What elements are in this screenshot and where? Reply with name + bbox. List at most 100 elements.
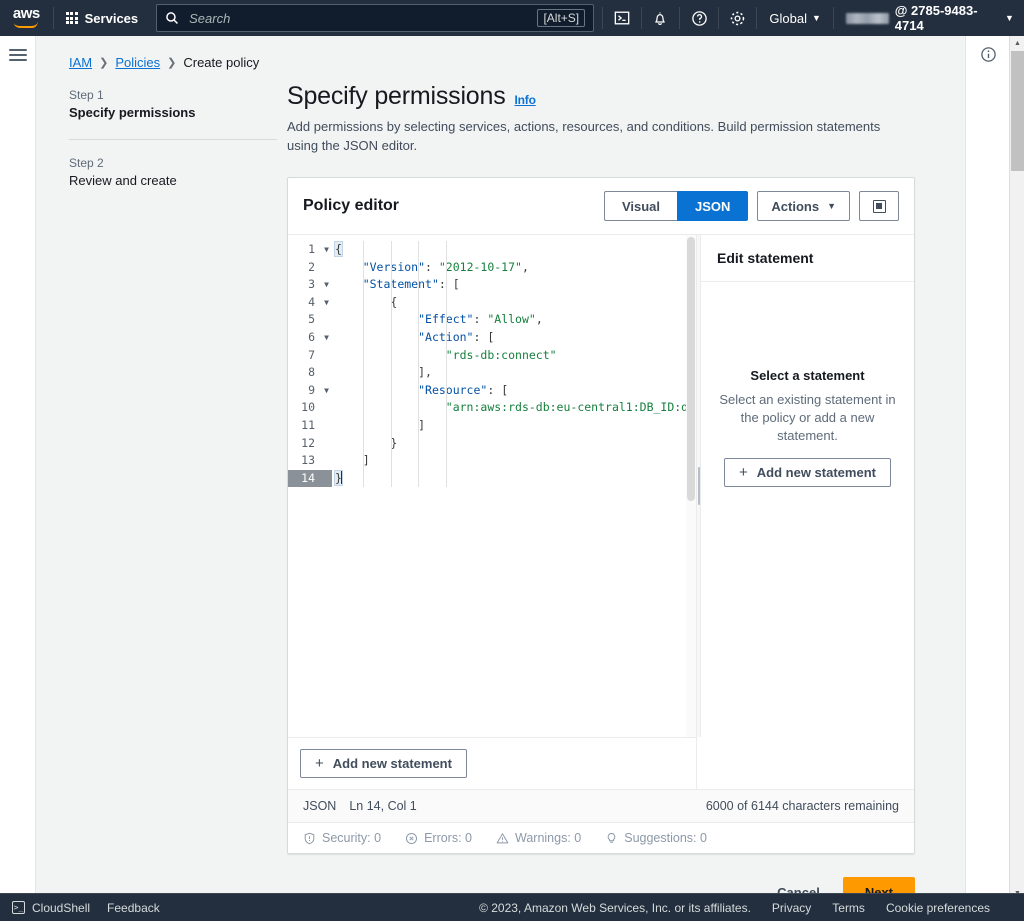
chevron-down-icon: ▼ [811,12,821,23]
code-token: "Version" [362,259,426,274]
cloudshell-launch-button[interactable]: >_ CloudShell [12,901,90,915]
diagnostic-security-label: Security: 0 [322,831,382,845]
hamburger-menu-icon[interactable] [8,49,27,61]
editor-scrollbar[interactable] [686,235,696,737]
right-help-rail [965,36,1009,901]
step-divider [69,139,277,140]
settings-button[interactable] [719,0,757,36]
cloudshell-icon: >_ [12,901,25,914]
json-code-editor[interactable]: 1 ▼ 2 3 ▼ 4 ▼ 5 6 ▼ 7 8 9 ▼ 10 11 12 13 14 { "Version": "2… [288,235,696,737]
code-line: "arn:aws:rds-db:eu-central1:DB_ID:dbuser… [335,399,696,417]
services-menu-button[interactable]: Services [54,0,151,36]
breadcrumb-item-policies[interactable]: Policies [115,55,160,70]
maximize-editor-button[interactable] [859,191,899,221]
question-mark-icon [691,10,707,26]
code-token: "Statement" [362,277,439,292]
code-token: "Allow" [487,312,536,327]
code-fold-toggle-icon[interactable]: ▼ [324,329,329,347]
diagnostic-errors[interactable]: Errors: 0 [405,831,472,845]
actions-dropdown-button[interactable]: Actions ▼ [757,191,850,221]
wizard-step-2[interactable]: Step 2 Review and create [69,156,287,188]
code-line: "Statement": [ [335,276,696,294]
page-info-link[interactable]: Info [515,93,536,107]
diagnostic-suggestions[interactable]: Suggestions: 0 [605,831,707,845]
cloudshell-icon-button[interactable] [603,0,641,36]
diagnostic-warnings[interactable]: Warnings: 0 [496,831,581,845]
code-lines[interactable]: { "Version": "2012-10-17", "Statement": … [332,241,696,488]
policy-editor-header: Policy editor Visual JSON Actions ▼ [288,178,914,235]
line-number: 1 ▼ [288,241,332,259]
grid-icon [65,12,78,24]
page-scrollbar[interactable]: ▲ ▼ [1009,36,1024,901]
editor-panel-resize-handle[interactable] [696,235,701,737]
status-character-count: 6000 of 6144 characters remaining [705,799,899,813]
editor-mode-toggle: Visual JSON [603,191,749,221]
services-label: Services [84,10,139,26]
page-title: Specify permissions Info [287,82,962,111]
global-search-box[interactable]: [Alt+S] [156,4,595,32]
help-button[interactable] [680,0,718,36]
code-fold-toggle-icon[interactable]: ▼ [324,241,329,259]
code-line: "Version": "2012-10-17", [335,259,696,277]
search-shortcut-hint: [Alt+S] [537,9,586,27]
code-line: "rds-db:connect" [335,347,696,365]
tab-visual[interactable]: Visual [603,191,677,221]
notifications-button[interactable] [642,0,680,36]
cloudshell-icon [614,11,630,25]
actions-label: Actions [771,198,820,214]
aws-logo[interactable]: aws [0,0,53,36]
tab-json[interactable]: JSON [677,191,749,221]
search-input[interactable] [187,9,538,27]
code-line: } [335,435,696,453]
line-number: 13 [301,453,315,468]
chevron-down-icon: ▼ [827,200,836,211]
edit-statement-empty-state: Select a statement Select an existing st… [701,282,914,487]
line-number: 10 [301,400,315,415]
scrollbar-thumb[interactable] [1011,51,1024,171]
aws-logo-text: aws [12,5,40,22]
code-line: "Effect": "Allow", [335,311,696,329]
code-fold-toggle-icon[interactable]: ▼ [324,276,329,294]
redacted-username [845,12,889,24]
diagnostic-security[interactable]: Security: 0 [303,831,381,845]
code-token: "Resource" [418,382,488,397]
breadcrumb-item-iam[interactable]: IAM [69,55,92,70]
code-token: : [ [473,329,495,344]
info-panel-button[interactable] [966,46,1010,63]
diagnostic-warnings-label: Warnings: 0 [515,831,582,845]
editor-diagnostics-bar: Security: 0 Errors: 0 Warnings: 0 Sugges… [288,822,914,853]
add-new-statement-button-panel[interactable]: + Add new statement [724,458,891,487]
cookie-preferences-link[interactable]: Cookie preferences [886,901,990,915]
privacy-link[interactable]: Privacy [772,901,811,915]
page-description: Add permissions by selecting services, a… [287,119,881,153]
code-line: } [334,469,696,488]
line-number: 6 ▼ [288,329,332,347]
account-menu-button[interactable]: @ 2785-9483-4714 ▼ [834,0,1024,36]
breadcrumb: IAM ❯ Policies ❯ Create policy [36,36,980,70]
scroll-up-arrow[interactable]: ▲ [1010,36,1024,51]
editor-scrollbar-thumb[interactable] [687,237,695,501]
code-fold-toggle-icon[interactable]: ▼ [324,294,329,312]
code-fold-toggle-icon[interactable]: ▼ [324,382,329,400]
terms-link[interactable]: Terms [832,901,865,915]
wizard-step-1[interactable]: Step 1 Specify permissions [69,88,287,120]
region-label: Global [769,10,807,26]
error-circle-icon [406,832,418,844]
region-selector[interactable]: Global ▼ [757,0,833,36]
info-circle-icon [980,47,996,62]
wizard-steps: Step 1 Specify permissions Step 2 Review… [69,82,287,901]
edit-statement-panel: Edit statement Select a statement Select… [701,235,914,737]
editor-footer: + Add new statement [288,737,914,789]
line-number: 8 [308,365,315,380]
line-number: 5 [308,312,315,327]
indent-guide [390,241,392,488]
line-number: 11 [301,417,315,432]
code-line: "Resource": [ [335,382,696,400]
line-number: 12 [301,435,315,450]
feedback-link[interactable]: Feedback [107,901,160,915]
policy-editor-title: Policy editor [303,197,400,214]
plus-icon: + [315,755,324,772]
add-new-statement-button-editor[interactable]: + Add new statement [300,749,467,778]
breadcrumb-separator-icon: ❯ [167,57,177,69]
gear-icon [730,11,745,25]
